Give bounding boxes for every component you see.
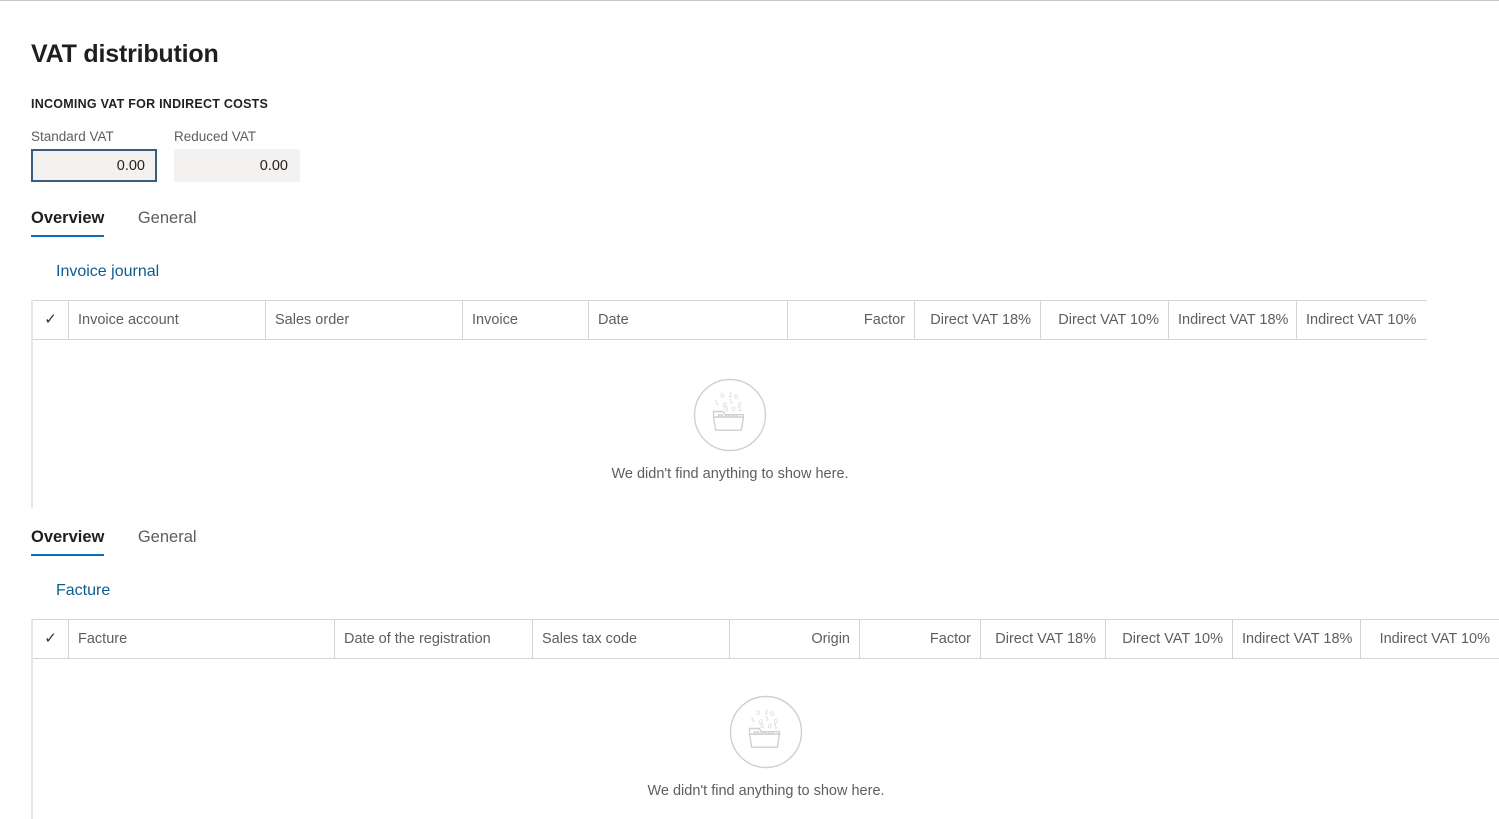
column-sales-tax-code[interactable]: Sales tax code [533, 620, 730, 658]
svg-text:0: 0 [756, 709, 762, 717]
grid-one-header-row: ✓ Invoice account Sales order Invoice Date Fa… [33, 300, 1427, 340]
svg-text:0: 0 [724, 406, 729, 413]
svg-text:1: 1 [714, 399, 720, 407]
column-indirect-vat-18[interactable]: Indirect VAT 18% [1169, 301, 1297, 339]
column-factor[interactable]: Factor [860, 620, 981, 658]
column-indirect-vat-10[interactable]: Indirect VAT 10% [1361, 620, 1499, 658]
empty-folder-binary-icon: 0 1 0 1 0 1 0 0 0 1 [693, 378, 767, 452]
check-icon: ✓ [44, 311, 57, 328]
svg-text:0: 0 [720, 392, 726, 400]
svg-text:0: 0 [767, 723, 773, 731]
column-invoice-account[interactable]: Invoice account [69, 301, 266, 339]
svg-text:1: 1 [737, 406, 743, 414]
reduced-vat-field: Reduced VAT [174, 128, 300, 182]
invoice-journal-grid: ✓ Invoice account Sales order Invoice Date Fa… [31, 300, 1427, 508]
grid-two-empty-text: We didn't find anything to show here. [647, 783, 885, 799]
section-two-tabstrip: Overview General [31, 526, 226, 560]
column-direct-vat-10[interactable]: Direct VAT 10% [1041, 301, 1169, 339]
section-one-tabstrip: Overview General [31, 207, 226, 241]
standard-vat-label: Standard VAT [31, 129, 114, 144]
select-all-check-icon[interactable]: ✓ [33, 620, 69, 658]
column-indirect-vat-18[interactable]: Indirect VAT 18% [1233, 620, 1361, 658]
svg-text:0: 0 [731, 406, 737, 414]
standard-vat-field: Standard VAT [31, 128, 157, 182]
tab-overview-two[interactable]: Overview [31, 526, 105, 556]
column-indirect-vat-10[interactable]: Indirect VAT 10% [1297, 301, 1425, 339]
svg-text:1: 1 [729, 398, 734, 406]
empty-folder-binary-icon: 0 1 0 1 0 1 0 0 0 1 [729, 695, 803, 769]
grid-two-header-row: ✓ Facture Date of the registration Sales ta… [33, 619, 1499, 659]
reduced-vat-input[interactable] [174, 149, 300, 182]
column-sales-order[interactable]: Sales order [266, 301, 463, 339]
column-factor[interactable]: Factor [788, 301, 915, 339]
reduced-vat-label: Reduced VAT [174, 129, 257, 144]
grid-two-empty-state: 0 1 0 1 0 1 0 0 0 1 We didn't find anyth… [33, 695, 1499, 801]
facture-link[interactable]: Facture [56, 580, 110, 602]
column-facture[interactable]: Facture [69, 620, 335, 658]
svg-text:1: 1 [773, 723, 779, 731]
check-icon: ✓ [44, 630, 57, 647]
select-all-check-icon[interactable]: ✓ [33, 301, 69, 339]
tab-general-two[interactable]: General [138, 526, 197, 556]
page-title: VAT distribution [31, 40, 219, 68]
tab-overview-one[interactable]: Overview [31, 207, 105, 237]
column-origin[interactable]: Origin [730, 620, 860, 658]
column-direct-vat-10[interactable]: Direct VAT 10% [1106, 620, 1233, 658]
grid-one-empty-state: 0 1 0 1 0 1 0 0 0 1 We didn't find anyth… [33, 378, 1427, 484]
column-date-of-registration[interactable]: Date of the registration [335, 620, 533, 658]
grid-one-empty-text: We didn't find anything to show here. [611, 466, 849, 482]
facture-grid: ✓ Facture Date of the registration Sales ta… [31, 619, 1499, 819]
top-divider [0, 0, 1499, 1]
standard-vat-input[interactable] [31, 149, 157, 182]
invoice-journal-link[interactable]: Invoice journal [56, 261, 159, 283]
svg-text:0: 0 [734, 394, 739, 401]
grid-two-body: 0 1 0 1 0 1 0 0 0 1 We didn't find anyth… [33, 659, 1499, 819]
svg-text:1: 1 [765, 715, 770, 723]
svg-text:0: 0 [760, 723, 765, 730]
grid-one-body: 0 1 0 1 0 1 0 0 0 1 We didn't find anyth… [33, 340, 1427, 508]
svg-text:1: 1 [750, 716, 756, 724]
column-date[interactable]: Date [589, 301, 788, 339]
svg-text:0: 0 [770, 711, 775, 718]
tab-general-one[interactable]: General [138, 207, 197, 237]
section-caption: INCOMING VAT FOR INDIRECT COSTS [31, 97, 269, 111]
column-direct-vat-18[interactable]: Direct VAT 18% [915, 301, 1041, 339]
column-invoice[interactable]: Invoice [463, 301, 589, 339]
column-direct-vat-18[interactable]: Direct VAT 18% [981, 620, 1106, 658]
